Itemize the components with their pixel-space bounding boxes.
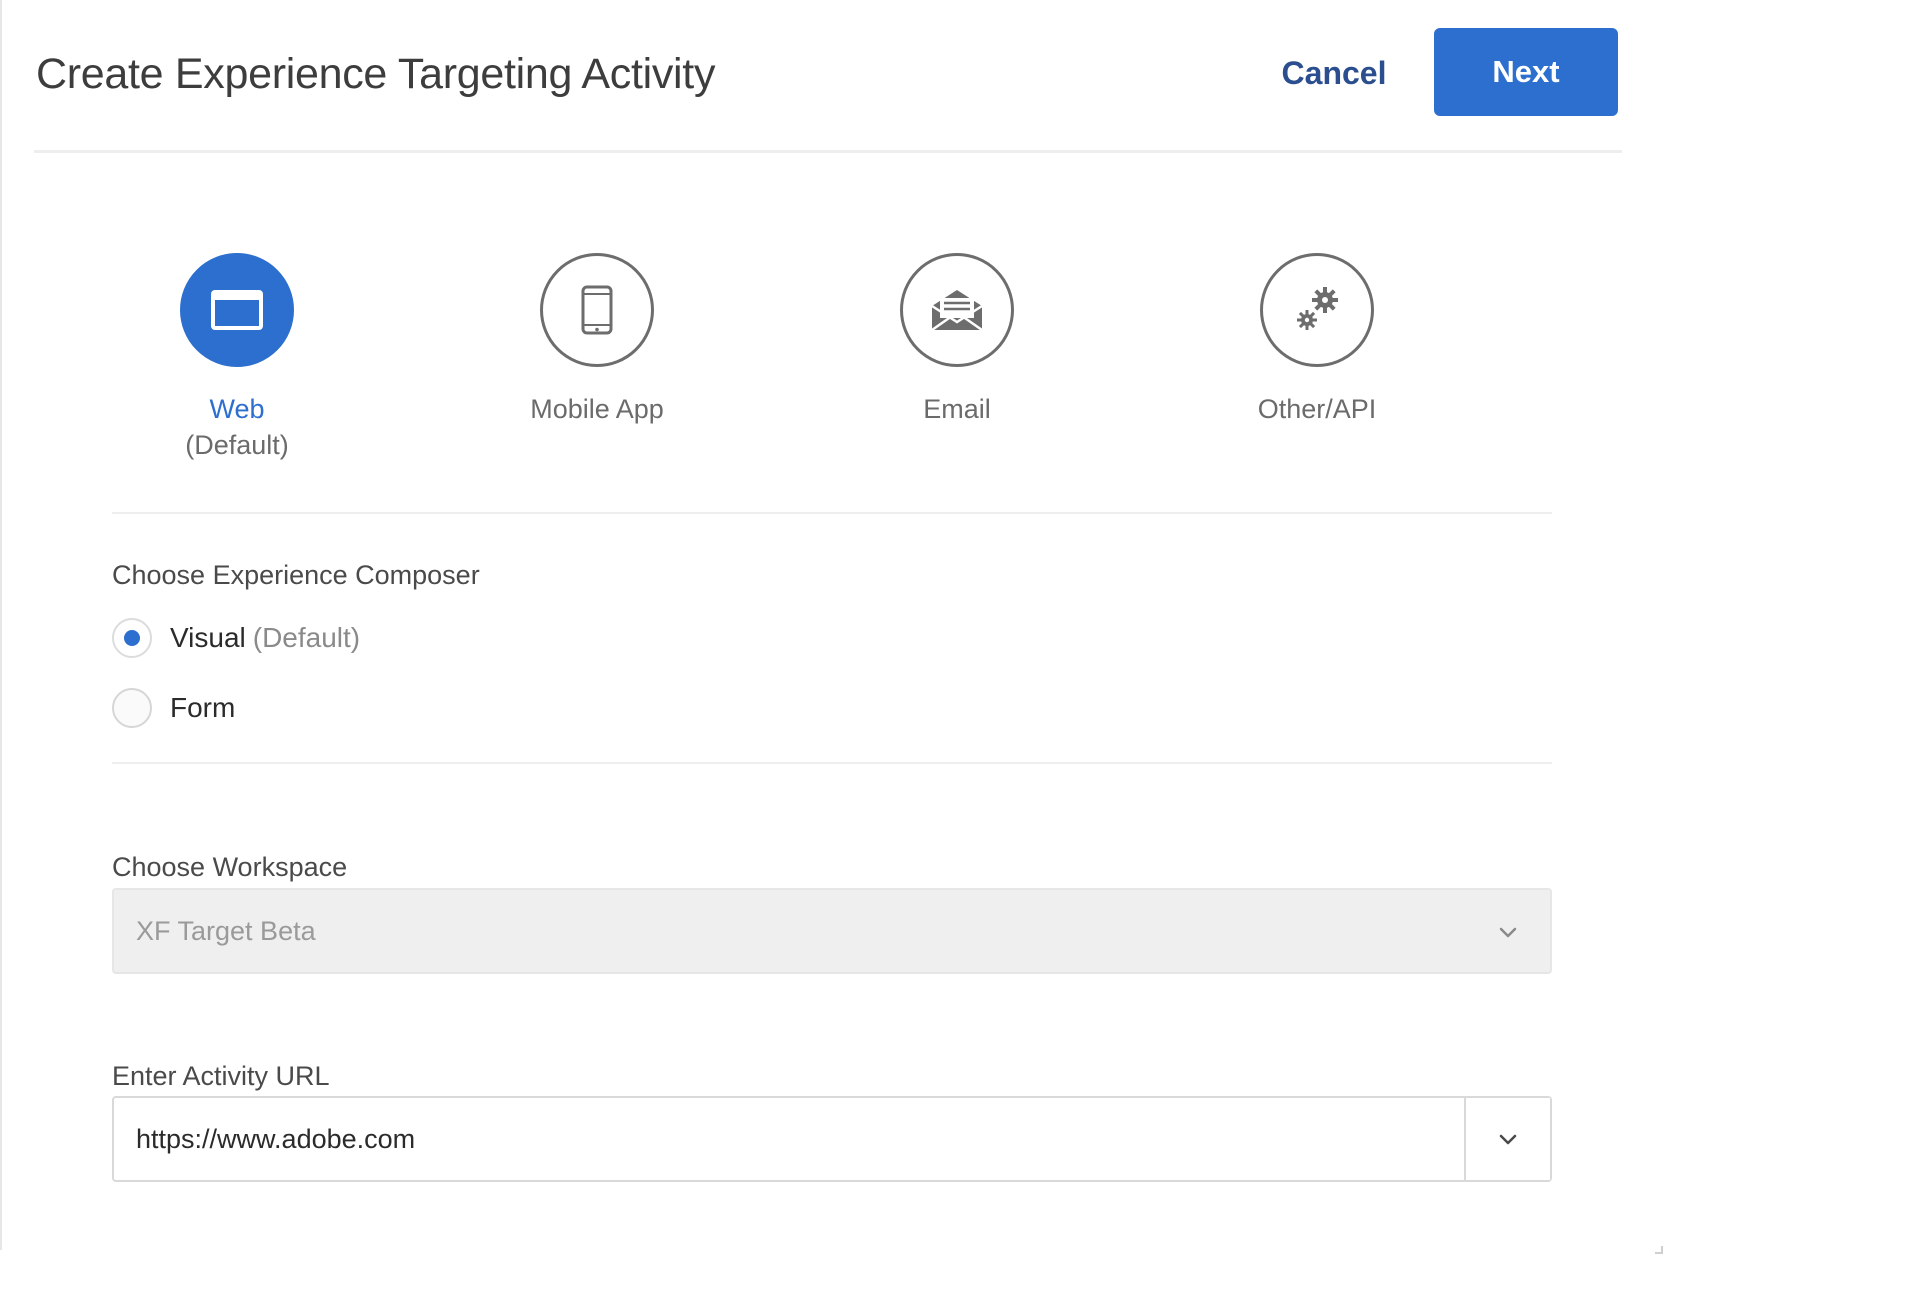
activity-url-input[interactable] [114, 1098, 1458, 1180]
activity-url-label: Enter Activity URL [112, 1061, 330, 1091]
browser-window-icon [211, 290, 263, 330]
composer-section-label: Choose Experience Composer [112, 560, 480, 590]
radio-form[interactable] [112, 688, 152, 728]
composer-section: Choose Experience Composer Visual (Defaul… [112, 512, 1552, 764]
channel-sublabel-web: (Default) [185, 430, 289, 460]
channel-option-email[interactable]: Email [837, 253, 1077, 427]
dialog-header: Create Experience Targeting Activity Can… [34, 0, 1622, 153]
composer-option-visual[interactable]: Visual (Default) [112, 616, 360, 660]
channel-label-email: Email [923, 394, 991, 424]
radio-selected-dot [124, 630, 140, 646]
gears-icon [1297, 287, 1338, 330]
channel-selector: Web (Default) Mobile App Email Other/API [112, 150, 1552, 514]
channel-label-mobile-app: Mobile App [530, 394, 664, 424]
channel-label-other-api: Other/API [1257, 394, 1377, 424]
channel-option-web[interactable]: Web (Default) [117, 253, 357, 463]
radio-visual[interactable] [112, 618, 152, 658]
channel-label-web: Web [209, 394, 265, 424]
channel-option-mobile-app[interactable]: Mobile App [477, 253, 717, 427]
next-button[interactable]: Next [1434, 28, 1618, 116]
activity-url-field [112, 1096, 1552, 1182]
radio-sublabel-visual: (Default) [252, 622, 361, 653]
channel-option-other-api[interactable]: Other/API [1197, 253, 1437, 427]
workspace-label: Choose Workspace [112, 852, 348, 882]
chevron-down-icon [1499, 927, 1517, 938]
create-activity-dialog: Create Experience Targeting Activity Can… [0, 0, 1660, 1250]
envelope-icon [931, 290, 983, 332]
workspace-select-value: XF Target Beta [136, 916, 316, 946]
mobile-phone-icon [581, 285, 613, 335]
activity-url-dropdown-button[interactable] [1464, 1098, 1550, 1180]
chevron-down-icon [1499, 1134, 1517, 1145]
channel-circle-mobile-app[interactable] [540, 253, 654, 367]
workspace-select[interactable]: XF Target Beta [112, 888, 1552, 974]
channel-circle-other-api[interactable] [1260, 253, 1374, 367]
cancel-button[interactable]: Cancel [1254, 30, 1414, 116]
dialog-resize-corner [1655, 1246, 1663, 1254]
channel-circle-web[interactable] [180, 253, 294, 367]
channel-circle-email[interactable] [900, 253, 1014, 367]
composer-option-form[interactable]: Form [112, 686, 235, 730]
radio-label-visual: Visual (Default) [170, 622, 361, 653]
radio-label-form: Form [170, 692, 236, 723]
dialog-title: Create Experience Targeting Activity [36, 50, 716, 98]
